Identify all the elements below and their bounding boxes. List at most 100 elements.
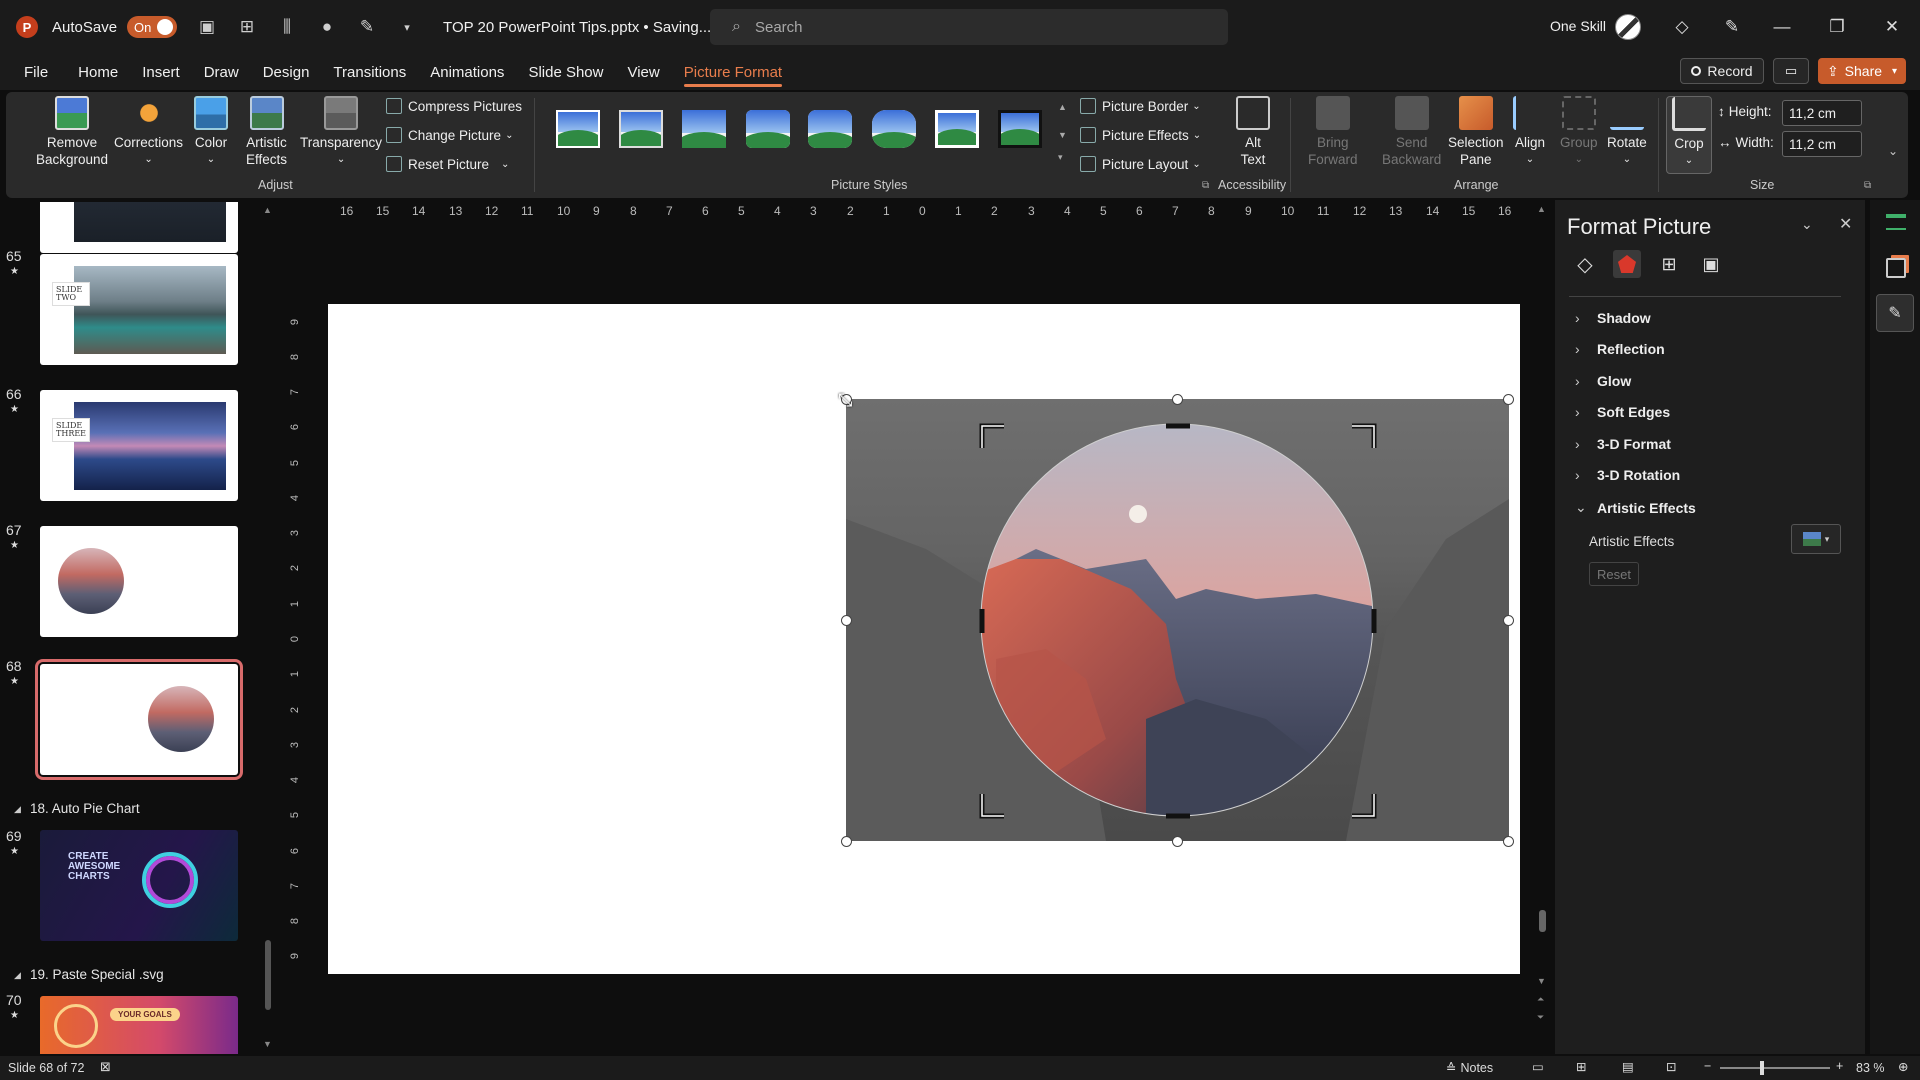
color-button[interactable]: Color ⌄ bbox=[194, 96, 228, 168]
slide-sorter-icon[interactable]: ⊞ bbox=[1576, 1059, 1586, 1074]
tab-picture-format[interactable]: Picture Format bbox=[683, 54, 783, 90]
pen-icon[interactable]: ✎ bbox=[357, 17, 377, 37]
slide-counter[interactable]: Slide 68 of 72 bbox=[8, 1061, 84, 1075]
alt-text-button[interactable]: Alt Text bbox=[1236, 96, 1270, 168]
accessibility-check-icon[interactable]: ⊠ bbox=[100, 1059, 111, 1075]
pen-edit-icon[interactable]: ✎ bbox=[1720, 15, 1744, 39]
align-button[interactable]: Align ⌄ bbox=[1513, 96, 1547, 168]
close-icon[interactable]: ✕ bbox=[1880, 15, 1904, 39]
picture-layout-button[interactable]: Picture Layout ⌄ bbox=[1080, 156, 1201, 172]
comments-button[interactable]: ▭ bbox=[1773, 58, 1809, 84]
selected-picture[interactable] bbox=[846, 399, 1509, 841]
picture-style-8[interactable] bbox=[998, 110, 1042, 148]
record-button[interactable]: Record bbox=[1680, 58, 1764, 84]
zoom-in-icon[interactable]: + bbox=[1836, 1059, 1843, 1073]
fit-to-window-icon[interactable]: ⊕ bbox=[1898, 1059, 1908, 1074]
tab-home[interactable]: Home bbox=[78, 54, 118, 90]
slideshow-icon[interactable]: ⊡ bbox=[1666, 1059, 1676, 1074]
resize-handle-s[interactable] bbox=[1172, 836, 1183, 847]
slide-thumbnail-64[interactable] bbox=[40, 202, 238, 253]
notes-button[interactable]: ≙ Notes bbox=[1446, 1060, 1493, 1076]
gallery-scroll-down-icon[interactable]: ▼ bbox=[1058, 130, 1067, 140]
crop-button[interactable]: Crop ⌄ bbox=[1666, 96, 1712, 174]
group-button[interactable]: Group ⌄ bbox=[1560, 96, 1598, 168]
scroll-down-icon[interactable]: ▼ bbox=[1537, 976, 1546, 986]
section-reflection[interactable]: › Reflection bbox=[1575, 341, 1665, 357]
tab-file[interactable]: File bbox=[24, 54, 48, 90]
width-input[interactable]: 11,2 cm bbox=[1782, 131, 1862, 157]
effects-icon[interactable] bbox=[1613, 250, 1641, 278]
diamond-icon[interactable]: ◇ bbox=[1670, 15, 1694, 39]
picture-style-1[interactable] bbox=[556, 110, 600, 148]
section-shadow[interactable]: › Shadow bbox=[1575, 310, 1651, 326]
minimize-icon[interactable]: — bbox=[1770, 15, 1794, 39]
reset-picture-button[interactable]: Reset Picture ⌄ bbox=[386, 156, 509, 172]
rotate-button[interactable]: Rotate ⌄ bbox=[1607, 96, 1647, 168]
tab-insert[interactable]: Insert bbox=[142, 54, 180, 90]
size-dialog-launcher-icon[interactable]: ⧉ bbox=[1864, 180, 1871, 191]
zoom-slider-thumb[interactable] bbox=[1760, 1061, 1764, 1075]
canvas-scrollbar[interactable]: ▲ ▼ ⏶ ⏷ bbox=[1536, 204, 1548, 1032]
artistic-effects-dropdown[interactable]: ▾ bbox=[1791, 524, 1841, 554]
zoom-slider[interactable] bbox=[1720, 1061, 1830, 1075]
resize-handle-ne[interactable] bbox=[1503, 394, 1514, 405]
autosave-toggle[interactable]: On bbox=[127, 16, 178, 38]
record-circle-icon[interactable]: ● bbox=[317, 17, 337, 37]
slide-thumbnail-65[interactable]: SLIDE TWO bbox=[40, 254, 238, 365]
picture-style-4[interactable] bbox=[746, 110, 790, 148]
section-header[interactable]: 19. Paste Special .svg bbox=[30, 967, 164, 982]
align-icon[interactable]: ⫼ bbox=[277, 17, 297, 37]
gallery-scroll-up-icon[interactable]: ▲ bbox=[1058, 102, 1067, 112]
collapse-ribbon-icon[interactable]: ⌄ bbox=[1888, 144, 1898, 158]
document-title[interactable]: TOP 20 PowerPoint Tips.pptx • Saving... bbox=[443, 19, 711, 36]
send-backward-button[interactable]: Send Backward bbox=[1382, 96, 1441, 168]
slide-thumbnail-66[interactable]: SLIDE THREE bbox=[40, 390, 238, 501]
avatar[interactable] bbox=[1615, 14, 1641, 40]
artistic-effects-button[interactable]: Artistic Effects bbox=[246, 96, 287, 168]
format-picture-tab-icon[interactable]: ✎ bbox=[1876, 294, 1914, 332]
slide-thumbnail-69[interactable]: CREATE AWESOME CHARTS bbox=[40, 830, 238, 941]
share-button[interactable]: ⇪ Share ▾ bbox=[1818, 58, 1906, 84]
scroll-thumb[interactable] bbox=[265, 940, 271, 1010]
picture-style-2[interactable] bbox=[619, 110, 663, 148]
scroll-thumb[interactable] bbox=[1539, 910, 1546, 932]
scroll-up-icon[interactable]: ▲ bbox=[1537, 204, 1546, 214]
tab-animations[interactable]: Animations bbox=[430, 54, 504, 90]
section-3d-rotation[interactable]: › 3-D Rotation bbox=[1575, 467, 1680, 483]
search-input[interactable] bbox=[754, 18, 1155, 36]
designer-icon[interactable] bbox=[1886, 214, 1906, 230]
zoom-level[interactable]: 83 % bbox=[1856, 1061, 1885, 1075]
resize-handle-se[interactable] bbox=[1503, 836, 1514, 847]
slide-thumbnail-68[interactable] bbox=[35, 659, 243, 780]
tab-transitions[interactable]: Transitions bbox=[333, 54, 406, 90]
section-collapse-icon[interactable]: ◢ bbox=[14, 804, 21, 815]
slide-thumbnail-70[interactable]: YOUR GOALS bbox=[40, 996, 238, 1054]
resize-handle-e[interactable] bbox=[1503, 615, 1514, 626]
bring-forward-button[interactable]: Bring Forward bbox=[1308, 96, 1358, 168]
remove-background-button[interactable]: Remove Background bbox=[36, 96, 108, 168]
resize-handle-w[interactable] bbox=[841, 615, 852, 626]
picture-style-3[interactable] bbox=[682, 110, 726, 148]
pane-close-icon[interactable]: ✕ bbox=[1839, 214, 1852, 234]
picture-icon[interactable]: ▣ bbox=[1697, 250, 1725, 278]
tab-slide-show[interactable]: Slide Show bbox=[528, 54, 603, 90]
selection-pane-button[interactable]: Selection Pane bbox=[1448, 96, 1504, 168]
transparency-button[interactable]: Transparency ⌄ bbox=[300, 96, 382, 168]
compress-pictures-button[interactable]: Compress Pictures bbox=[386, 98, 522, 114]
section-collapse-icon[interactable]: ◢ bbox=[14, 970, 21, 981]
section-soft-edges[interactable]: › Soft Edges bbox=[1575, 404, 1670, 420]
resize-handle-sw[interactable] bbox=[841, 836, 852, 847]
picture-style-7[interactable] bbox=[935, 110, 979, 148]
section-3d-format[interactable]: › 3-D Format bbox=[1575, 436, 1671, 452]
customize-dropdown-icon[interactable]: ▾ bbox=[397, 17, 417, 37]
corrections-button[interactable]: Corrections ⌄ bbox=[114, 96, 183, 168]
normal-view-icon[interactable]: ▭ bbox=[1532, 1059, 1544, 1074]
slide-thumbnail-67[interactable] bbox=[40, 526, 238, 637]
tab-draw[interactable]: Draw bbox=[204, 54, 239, 90]
reset-button[interactable]: Reset bbox=[1589, 562, 1639, 586]
chevron-down-icon[interactable]: ▾ bbox=[1892, 66, 1897, 77]
zoom-out-icon[interactable]: − bbox=[1704, 1059, 1711, 1073]
section-header[interactable]: 18. Auto Pie Chart bbox=[30, 801, 140, 816]
section-artistic-effects[interactable]: ⌄ Artistic Effects bbox=[1575, 499, 1696, 516]
picture-style-5[interactable] bbox=[808, 110, 852, 148]
